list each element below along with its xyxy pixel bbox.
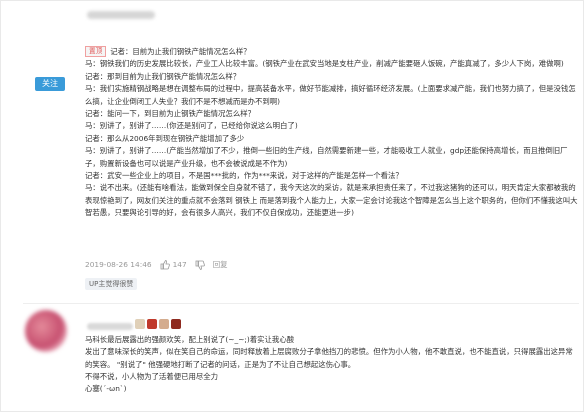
decoration-icon (171, 319, 181, 329)
reply-line: 马科长最后展露出的强颜欢笑，配上别说了(~_~;)着实让我心酸 (85, 335, 295, 344)
comment-line: 马：说不出来。(还能有啥看法，能做到保全自身就不错了，我今天这次的采访，就是来承… (85, 183, 578, 218)
reply-button[interactable]: 回复 (213, 259, 228, 270)
timestamp: 2019-08-26 14:46 (85, 260, 152, 269)
comment-thread: 关注 置顶 记者：目前为止我们钢铁产能情况怎么样？ 马：钢铁我们的历史发展比较长，… (0, 0, 584, 412)
thumbs-up-icon (160, 259, 170, 269)
decoration-icon (135, 319, 145, 329)
decoration-icon (159, 319, 169, 329)
user-decoration (135, 319, 181, 329)
decoration-icon (147, 319, 157, 329)
comment-line: 记者：能问一下，到目前为止钢铁产能情况怎么样？ (85, 109, 255, 119)
comment-line: 记者：那么从2006年到现在钢铁产能增加了多少 (85, 133, 245, 143)
reply-line: 发出了意味深长的笑声，似在笑自己的命运，同时释放着上层腐败分子拿他挡刀的悲愤。但… (85, 347, 573, 369)
like-button[interactable]: 147 (160, 259, 187, 270)
main-comment: 置顶 记者：目前为止我们钢铁产能情况怎么样？ 马：钢铁我们的历史发展比较长，产业工… (85, 46, 579, 220)
pinned-tag: 置顶 (85, 46, 107, 57)
comment-meta: 2019-08-26 14:46 147 回复 (85, 259, 228, 270)
comment-line: 记者：那到目前为止我们钢铁产能情况怎么样？ (85, 71, 241, 81)
like-count: 147 (172, 260, 187, 269)
username-redacted (87, 11, 155, 19)
follow-button[interactable]: 关注 (35, 77, 65, 91)
reply-line: 不得不说，小人物为了活着便已用尽全力 (85, 371, 219, 381)
reply-username-redacted (87, 323, 133, 330)
reply-line: 心塞(´-ωn`) (85, 384, 127, 394)
comment-line: 置顶 记者：目前为止我们钢铁产能情况怎么样？ (85, 46, 579, 58)
comment-line: 马：钢铁我们的历史发展比较长，产业工人比较丰富。(钢铁产业在武安当地是支柱产业，… (85, 59, 564, 69)
comment-line: 记者：武安一些企业上的项目，不是国***批的，作为***来说，对于这样的产能是怎… (85, 171, 403, 181)
thumbs-down-icon (195, 260, 205, 270)
comment-line: 马：我们实施精钢战略是想在调整布局的过程中，提高装备水平，做好节能减排，搞好循环… (85, 84, 576, 106)
comment-line: 马：别讲了，别讲了……(产能当然增加了不少，推倒一些旧的生产线，自然需要新建一些… (85, 146, 568, 168)
divider (23, 303, 579, 304)
comment-line: 马：别讲了，别讲了……(你还是别问了，已经给你说这么明白了) (85, 121, 298, 131)
dislike-button[interactable] (195, 260, 205, 270)
reply-comment: 马科长最后展露出的强颜欢笑，配上别说了(~_~;)着实让我心酸 发出了意味深长的… (85, 334, 579, 395)
avatar[interactable] (25, 310, 67, 352)
up-liked-badge: UP主觉得很赞 (85, 278, 138, 290)
